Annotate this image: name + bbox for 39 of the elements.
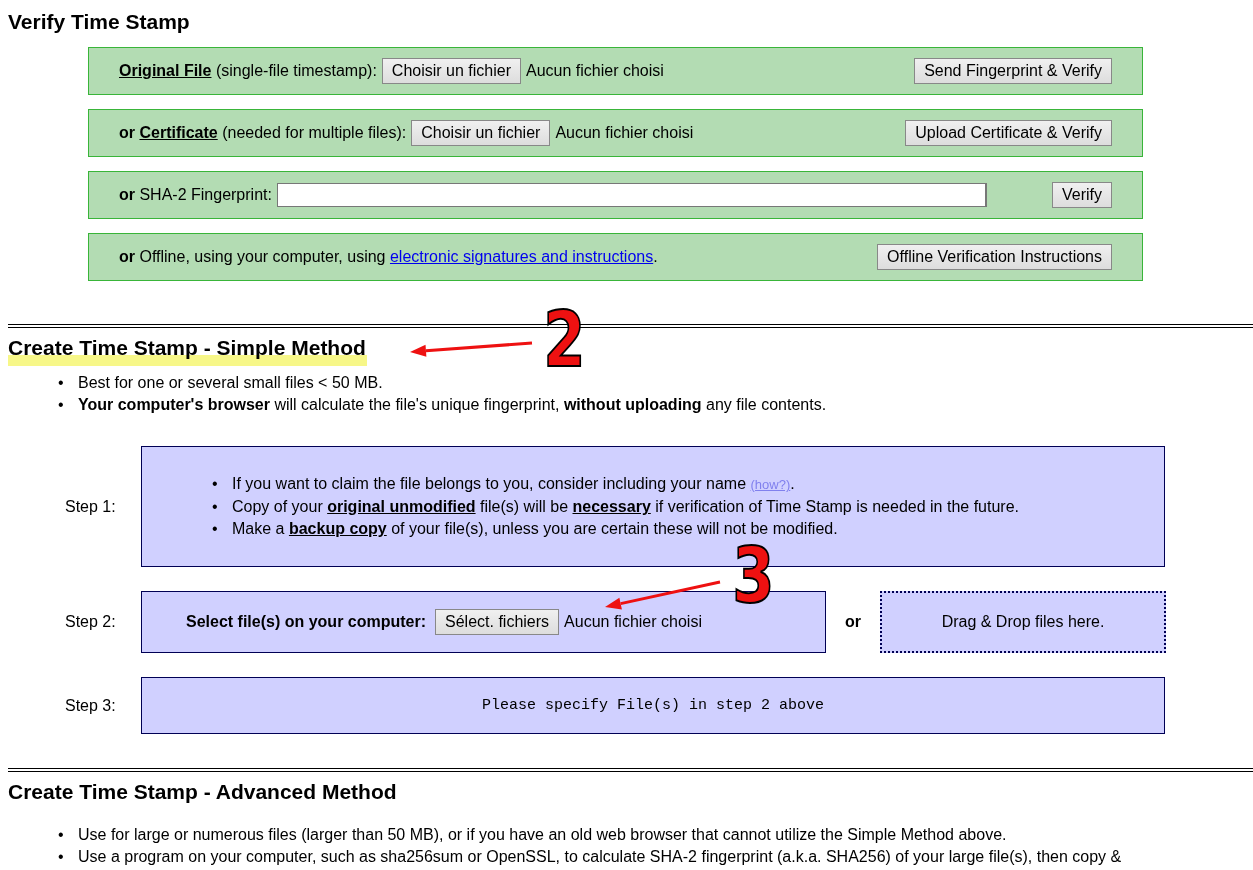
bullet-marker: • xyxy=(58,825,65,845)
verify-button[interactable]: Verify xyxy=(1052,182,1112,208)
status-message: Please specify File(s) in step 2 above xyxy=(141,677,1165,734)
note-text: Copy of your original unmodified file(s) will be necessary if verification of Time Stamp is needed in the future. xyxy=(232,497,1019,517)
bullet-marker: • xyxy=(58,395,65,415)
field-label: or Offline, using your computer, using electronic signatures and instructions. xyxy=(119,248,658,266)
bullet-marker: • xyxy=(58,847,65,867)
verify-button[interactable]: Upload Certificate & Verify xyxy=(905,120,1112,146)
verify-button[interactable]: Send Fingerprint & Verify xyxy=(914,58,1112,84)
choose-file-button[interactable]: Choisir un fichier xyxy=(381,58,521,84)
file-status: Aucun fichier choisi xyxy=(555,124,694,142)
help-link[interactable]: electronic signatures and instructions xyxy=(389,248,654,265)
bullet-text: Best for one or several small files < 50 MB. xyxy=(78,373,383,393)
select-files-button[interactable]: Sélect. fichiers xyxy=(435,609,560,635)
step-label: Step 3: xyxy=(64,696,117,715)
field-label: Original File (single-file timestamp): xyxy=(119,62,377,80)
bullet-marker: • xyxy=(212,474,219,494)
step-label: Step 1: xyxy=(64,497,117,516)
file-status: Aucun fichier choisi xyxy=(526,62,664,80)
or-text: or xyxy=(844,613,862,631)
bullet-marker: • xyxy=(58,373,65,393)
choose-file-button[interactable]: Choisir un fichier xyxy=(411,120,551,146)
bullet-text: Use a program on your computer, such as sha256sum or OpenSSL, to calculate SHA-2 fingerprint (a.k.a. SHA256) of your large file(s), then copy & xyxy=(78,847,1122,867)
bullet-marker: • xyxy=(212,497,219,517)
verify-button[interactable]: Offline Verification Instructions xyxy=(877,244,1112,270)
bullet-text: Your computer's browser will calculate the file's unique fingerprint, without uploading any file contents. xyxy=(78,395,827,415)
note-text: If you want to claim the file belongs to you, consider including your name (how?). xyxy=(232,474,795,494)
field-label: or Certificate (needed for multiple files): xyxy=(119,124,407,142)
bullet-marker: • xyxy=(212,519,219,539)
section-title: Verify Time Stamp xyxy=(8,10,190,34)
step-label: Step 2: xyxy=(64,613,117,631)
drop-zone[interactable]: Drag & Drop files here. xyxy=(880,591,1166,653)
file-status: Aucun fichier choisi xyxy=(564,613,702,631)
select-prompt: Select file(s) on your computer: xyxy=(186,613,427,631)
field-label: or SHA-2 Fingerprint: xyxy=(119,186,272,204)
note-text: Make a backup copy of your file(s), unless you are certain these will not be modified. xyxy=(232,519,838,539)
bullet-text: Use for large or numerous files (larger than 50 MB), or if you have an old web browser that cannot utilize the Simple Method above. xyxy=(78,825,1007,845)
fingerprint-field[interactable] xyxy=(276,183,987,207)
section-title: Create Time Stamp - Advanced Method xyxy=(8,780,397,804)
